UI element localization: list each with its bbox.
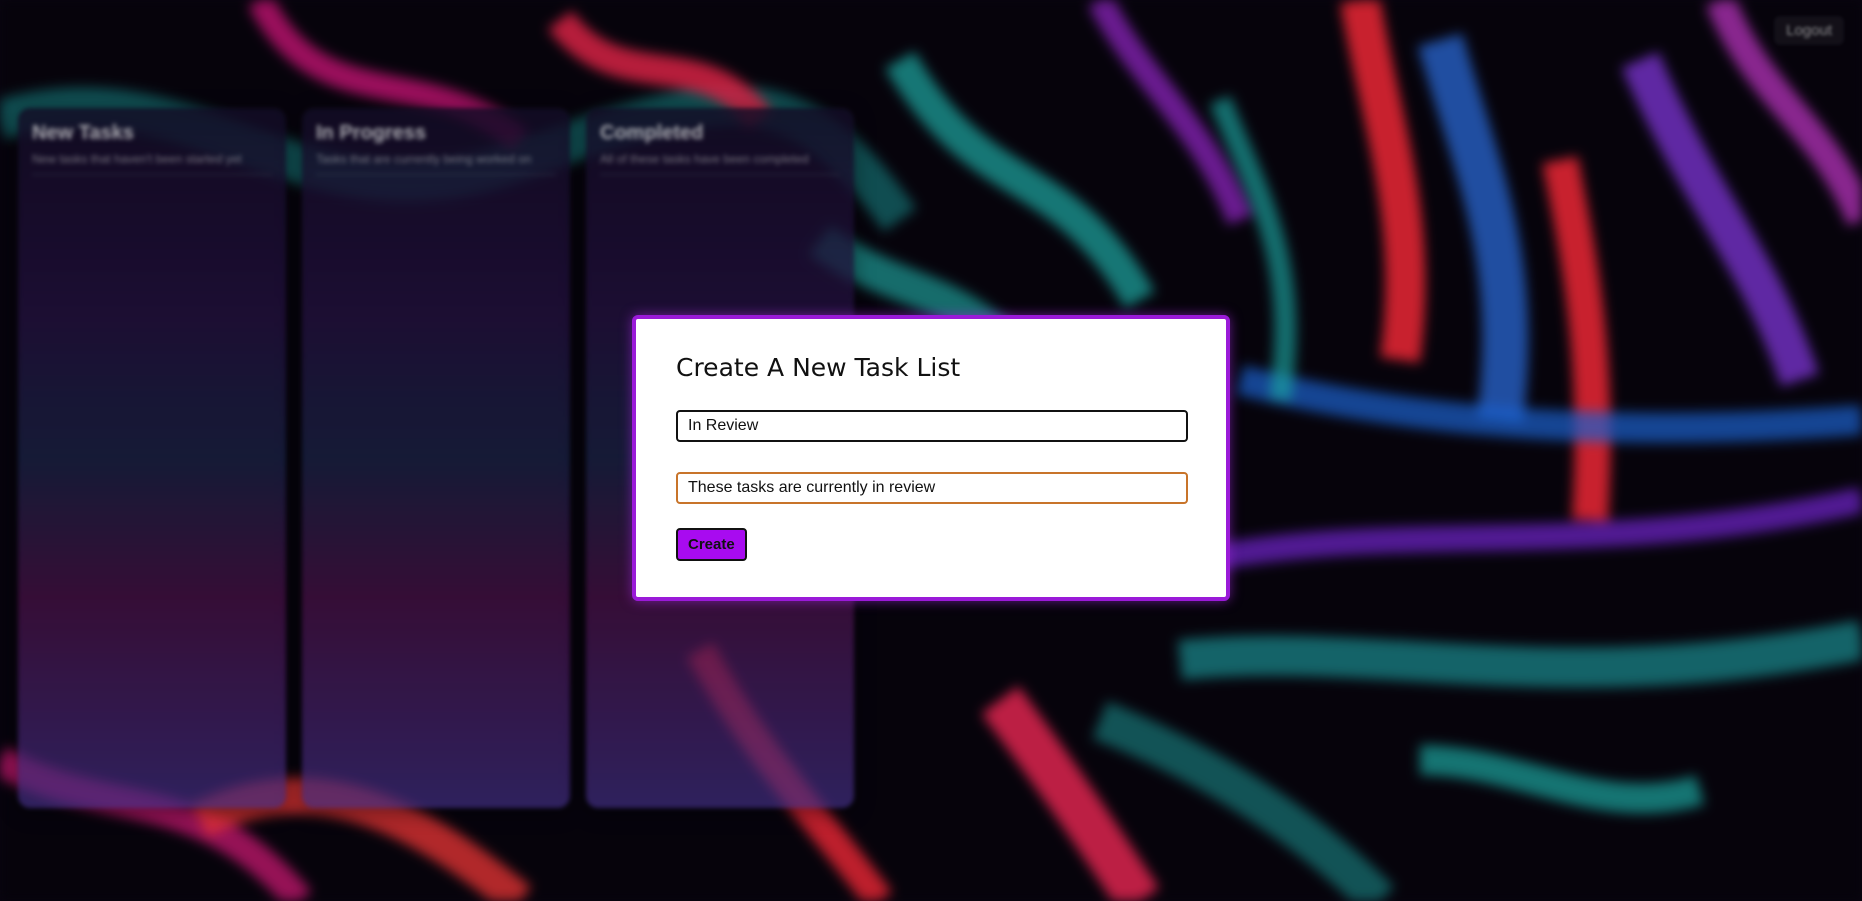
- create-task-list-modal: Create A New Task List Create: [632, 315, 1230, 601]
- modal-title: Create A New Task List: [676, 353, 961, 382]
- create-button[interactable]: Create: [676, 528, 747, 561]
- list-description-input[interactable]: [676, 472, 1188, 504]
- list-name-input[interactable]: [676, 410, 1188, 442]
